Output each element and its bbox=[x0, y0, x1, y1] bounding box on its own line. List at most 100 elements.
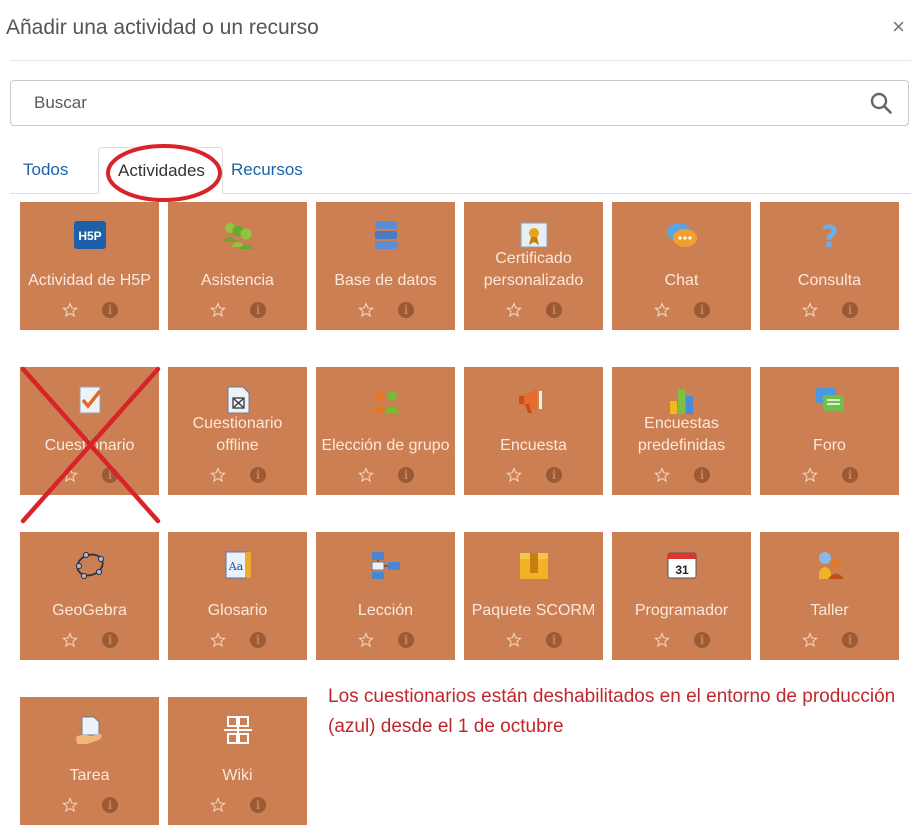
star-icon[interactable] bbox=[506, 632, 522, 648]
info-icon[interactable]: i bbox=[546, 467, 562, 483]
glossary-icon: Aa bbox=[221, 550, 255, 580]
search-icon[interactable] bbox=[870, 92, 892, 114]
svg-text:Aa: Aa bbox=[227, 560, 243, 573]
info-icon[interactable]: i bbox=[250, 467, 266, 483]
activity-card[interactable]: Base de datos i bbox=[316, 202, 455, 330]
star-icon[interactable] bbox=[506, 467, 522, 483]
activity-label: Glosario bbox=[207, 602, 268, 619]
info-icon[interactable]: i bbox=[398, 467, 414, 483]
activity-label: Tarea bbox=[69, 767, 110, 784]
search-box bbox=[10, 80, 909, 126]
dialog-title: Añadir una actividad o un recurso bbox=[6, 16, 319, 39]
activity-card[interactable]: Foro i bbox=[760, 367, 899, 495]
activity-card[interactable]: GeoGebra i bbox=[20, 532, 159, 660]
calendar-icon: 31 bbox=[665, 550, 699, 580]
star-icon[interactable] bbox=[62, 632, 78, 648]
info-icon[interactable]: i bbox=[546, 302, 562, 318]
star-icon[interactable] bbox=[358, 632, 374, 648]
info-icon[interactable]: i bbox=[102, 797, 118, 813]
info-icon[interactable]: i bbox=[694, 632, 710, 648]
activity-label: Actividad de H5P bbox=[28, 272, 151, 289]
star-icon[interactable] bbox=[62, 467, 78, 483]
star-icon[interactable] bbox=[802, 467, 818, 483]
star-icon[interactable] bbox=[358, 302, 374, 318]
info-icon[interactable]: i bbox=[842, 467, 858, 483]
activity-card[interactable]: Wiki i bbox=[168, 697, 307, 825]
offline-quiz-icon bbox=[221, 385, 255, 415]
star-icon[interactable] bbox=[654, 302, 670, 318]
activity-label: Encuestas predefinidas bbox=[637, 415, 726, 454]
annotation-note: Los cuestionarios están deshabilitados e… bbox=[328, 686, 896, 737]
question-icon: ? bbox=[813, 220, 847, 250]
activity-label: Encuesta bbox=[500, 437, 567, 454]
activity-card[interactable]: Encuestas predefinidas i bbox=[612, 367, 751, 495]
tab-actividades[interactable]: Actividades bbox=[98, 147, 223, 194]
activity-card[interactable]: Elección de grupo i bbox=[316, 367, 455, 495]
activity-card[interactable]: 31 Programador i bbox=[612, 532, 751, 660]
info-icon[interactable]: i bbox=[102, 302, 118, 318]
activity-card[interactable]: ? Consulta i bbox=[760, 202, 899, 330]
geogebra-icon bbox=[73, 550, 107, 580]
activity-card[interactable]: Aa Glosario i bbox=[168, 532, 307, 660]
close-icon[interactable]: × bbox=[892, 15, 905, 39]
star-icon[interactable] bbox=[210, 302, 226, 318]
info-icon[interactable]: i bbox=[102, 632, 118, 648]
activity-card[interactable]: Lección i bbox=[316, 532, 455, 660]
activity-card[interactable]: Encuesta i bbox=[464, 367, 603, 495]
certificate-icon bbox=[517, 220, 551, 250]
tab-recursos[interactable]: Recursos bbox=[231, 147, 303, 193]
info-icon[interactable]: i bbox=[250, 632, 266, 648]
tab-todos[interactable]: Todos bbox=[23, 147, 68, 193]
star-icon[interactable] bbox=[62, 797, 78, 813]
info-icon[interactable]: i bbox=[398, 632, 414, 648]
star-icon[interactable] bbox=[210, 467, 226, 483]
activity-card[interactable]: H5P Actividad de H5P i bbox=[20, 202, 159, 330]
info-icon[interactable]: i bbox=[398, 302, 414, 318]
info-icon[interactable]: i bbox=[694, 302, 710, 318]
search-input[interactable] bbox=[11, 81, 851, 125]
info-icon[interactable]: i bbox=[250, 302, 266, 318]
info-icon[interactable]: i bbox=[842, 632, 858, 648]
info-icon[interactable]: i bbox=[250, 797, 266, 813]
activity-label: Lección bbox=[357, 602, 414, 619]
star-icon[interactable] bbox=[802, 302, 818, 318]
activity-label: Paquete SCORM bbox=[471, 602, 596, 619]
assignment-icon bbox=[73, 715, 107, 745]
star-icon[interactable] bbox=[62, 302, 78, 318]
star-icon[interactable] bbox=[654, 632, 670, 648]
tab-bar: Todos Actividades Recursos bbox=[10, 147, 911, 194]
forum-icon bbox=[813, 385, 847, 415]
activity-card[interactable]: Taller i bbox=[760, 532, 899, 660]
activity-label: GeoGebra bbox=[52, 602, 127, 619]
star-icon[interactable] bbox=[802, 632, 818, 648]
activity-card[interactable]: Tarea i bbox=[20, 697, 159, 825]
activity-card[interactable]: Asistencia i bbox=[168, 202, 307, 330]
activity-label: Chat bbox=[664, 272, 699, 289]
activity-label: Consulta bbox=[797, 272, 862, 289]
activity-card[interactable]: Paquete SCORM i bbox=[464, 532, 603, 660]
svg-text:31: 31 bbox=[675, 563, 689, 577]
activity-card[interactable]: Cuestionario i bbox=[20, 367, 159, 495]
star-icon[interactable] bbox=[654, 467, 670, 483]
activity-card[interactable]: Certificado personalizado i bbox=[464, 202, 603, 330]
info-icon[interactable]: i bbox=[842, 302, 858, 318]
workshop-icon bbox=[813, 550, 847, 580]
activity-label: Cuestionario bbox=[44, 437, 135, 454]
info-icon[interactable]: i bbox=[102, 467, 118, 483]
activity-label: Certificado personalizado bbox=[483, 250, 584, 289]
info-icon[interactable]: i bbox=[546, 632, 562, 648]
quiz-icon bbox=[73, 385, 107, 415]
star-icon[interactable] bbox=[358, 467, 374, 483]
star-icon[interactable] bbox=[210, 632, 226, 648]
activity-card[interactable]: Cuestionario offline i bbox=[168, 367, 307, 495]
info-icon[interactable]: i bbox=[694, 467, 710, 483]
activity-card[interactable]: Chat i bbox=[612, 202, 751, 330]
chat-icon bbox=[665, 220, 699, 250]
star-icon[interactable] bbox=[210, 797, 226, 813]
database-icon bbox=[369, 220, 403, 250]
star-icon[interactable] bbox=[506, 302, 522, 318]
attendance-icon bbox=[221, 220, 255, 250]
svg-text:?: ? bbox=[821, 220, 838, 250]
lesson-icon bbox=[369, 550, 403, 580]
activity-label: Wiki bbox=[222, 767, 253, 784]
